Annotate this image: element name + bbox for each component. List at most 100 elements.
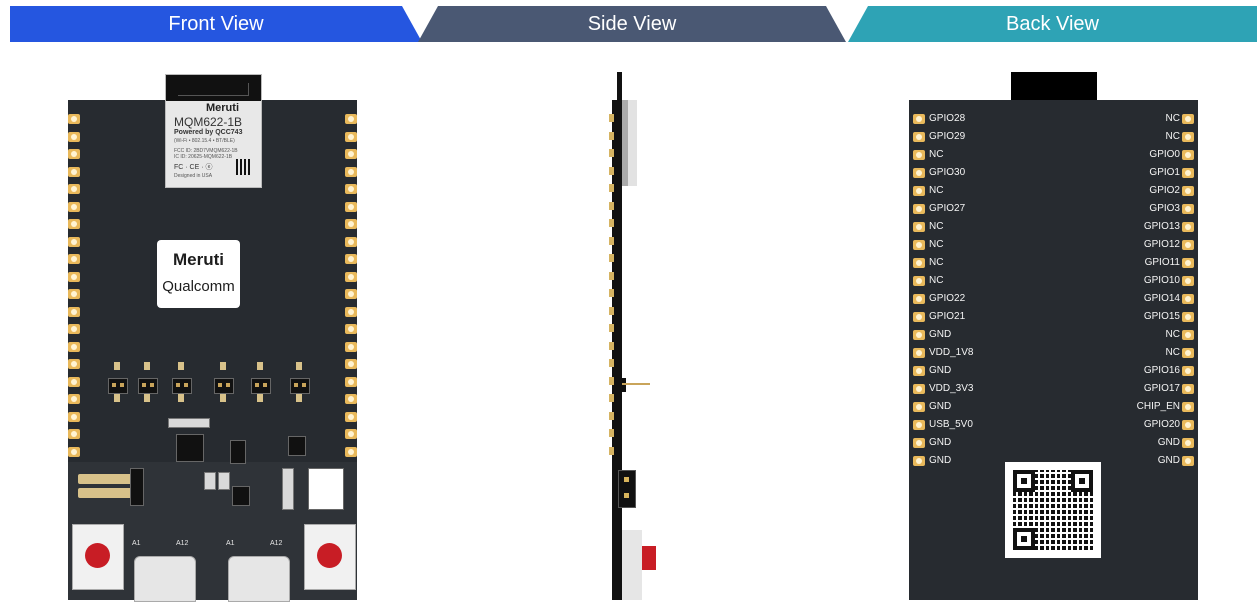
pin-label-right: GND (1157, 455, 1180, 466)
edge-pad (345, 306, 357, 317)
back-pad-right (1182, 456, 1194, 466)
tab-front-view[interactable]: Front View (10, 6, 422, 42)
edge-pad (345, 166, 357, 177)
back-pad-right (1182, 384, 1194, 394)
side-board (612, 100, 622, 600)
pin-label-left: GPIO29 (929, 131, 966, 142)
qr-code (1005, 462, 1101, 558)
edge-pad (68, 219, 80, 229)
edge-pad (68, 324, 80, 334)
module-powered-by: Powered by QCC743 (174, 129, 243, 136)
usb-c-port[interactable] (134, 556, 196, 602)
edge-pad (68, 236, 80, 247)
header-leg (114, 394, 120, 402)
back-pad-left (913, 294, 925, 304)
header-leg (257, 362, 263, 370)
pin-label-right: GPIO13 (1143, 221, 1180, 232)
header-leg (178, 394, 184, 402)
reset-button[interactable] (72, 524, 124, 590)
module-ids: FCC ID: 2BD7VMQM622-1B IC ID: 20625-MQM6… (174, 148, 238, 160)
module-brand: Meruti (206, 102, 239, 114)
side-button[interactable] (642, 546, 656, 570)
side-usb-port (622, 530, 642, 600)
tab-back-view[interactable]: Back View (848, 6, 1257, 42)
pin-label-left: NC (929, 221, 944, 232)
side-jumper-header (618, 470, 636, 508)
side-pad (609, 236, 614, 245)
edge-pad (68, 271, 80, 282)
back-pad-left (913, 312, 925, 322)
jumper-header (251, 378, 271, 394)
jumper-block (130, 468, 144, 506)
pin-label-right: GPIO14 (1143, 293, 1180, 304)
side-pad (609, 359, 614, 367)
header-leg (257, 394, 263, 402)
edge-pad (345, 254, 357, 264)
edge-pad (345, 341, 357, 352)
edge-pad (345, 236, 357, 247)
jumper-header (214, 378, 234, 394)
side-module-shield (622, 100, 628, 186)
edge-pad (68, 306, 80, 317)
qr-finder (1071, 470, 1093, 492)
side-pad (609, 394, 614, 402)
side-pad (609, 114, 614, 122)
edge-pad (345, 411, 357, 422)
edge-pad (68, 446, 80, 457)
tab-back-label: Back View (1005, 12, 1099, 35)
pin-label-left: NC (929, 239, 944, 250)
back-pad-right (1182, 258, 1194, 268)
back-pad-left (913, 456, 925, 466)
edge-pad (345, 289, 357, 299)
pin-label-left: GND (929, 329, 952, 340)
boot-button-cap (317, 543, 342, 568)
pin-label-left: GND (929, 401, 952, 412)
pin-label-left: NC (929, 275, 944, 286)
tab-side-label: Side View (587, 12, 677, 35)
side-pad (609, 411, 614, 420)
back-pad-left (913, 438, 925, 448)
side-pad (609, 219, 614, 227)
back-pad-left (913, 186, 925, 196)
module-designed: Designed in USA (174, 173, 213, 179)
back-pad-left (913, 240, 925, 250)
header-leg (220, 394, 226, 402)
meruti-logo: Meruti (173, 250, 224, 269)
side-pad (609, 201, 614, 210)
boot-button[interactable] (304, 524, 356, 590)
back-pad-left (913, 114, 925, 124)
header-leg (114, 362, 120, 370)
side-pad (609, 376, 614, 385)
back-pad-right (1182, 150, 1194, 160)
pin-label-left: VDD_1V8 (929, 347, 974, 358)
usb-c-port[interactable] (228, 556, 290, 602)
tab-side-view[interactable]: Side View (418, 6, 846, 42)
usb-pin-label: A1 (132, 540, 141, 547)
pin-label-left: NC (929, 149, 944, 160)
edge-pad (68, 254, 80, 264)
header-leg (144, 394, 150, 402)
back-pad-left (913, 276, 925, 286)
edge-pad (345, 201, 357, 212)
pin-label-right: GPIO12 (1143, 239, 1180, 250)
back-pad-left (913, 222, 925, 232)
back-antenna (1011, 72, 1097, 102)
back-pad-right (1182, 438, 1194, 448)
pin-label-right: GND (1157, 437, 1180, 448)
pin-label-right: GPIO1 (1149, 167, 1180, 178)
back-board: GPIO28 GPIO29 NC GPIO30 NC GPIO27 NC NC NC NC GPIO… (909, 100, 1198, 600)
pin-label-left: GPIO30 (929, 167, 966, 178)
back-pad-left (913, 384, 925, 394)
side-pad (609, 254, 614, 262)
edge-pad (345, 131, 357, 142)
wireless-module: Meruti MQM622-1B Powered by QCC743 (Wi-F… (165, 74, 262, 188)
module-cert-marks: FC · CE · ⓔ (174, 164, 213, 171)
side-pad (609, 131, 614, 140)
back-pad-right (1182, 402, 1194, 412)
back-pad-left (913, 168, 925, 178)
edge-pad (68, 114, 80, 124)
back-pad-right (1182, 420, 1194, 430)
pin-label-left: NC (929, 185, 944, 196)
back-pad-left (913, 204, 925, 214)
edge-pad (345, 446, 357, 457)
